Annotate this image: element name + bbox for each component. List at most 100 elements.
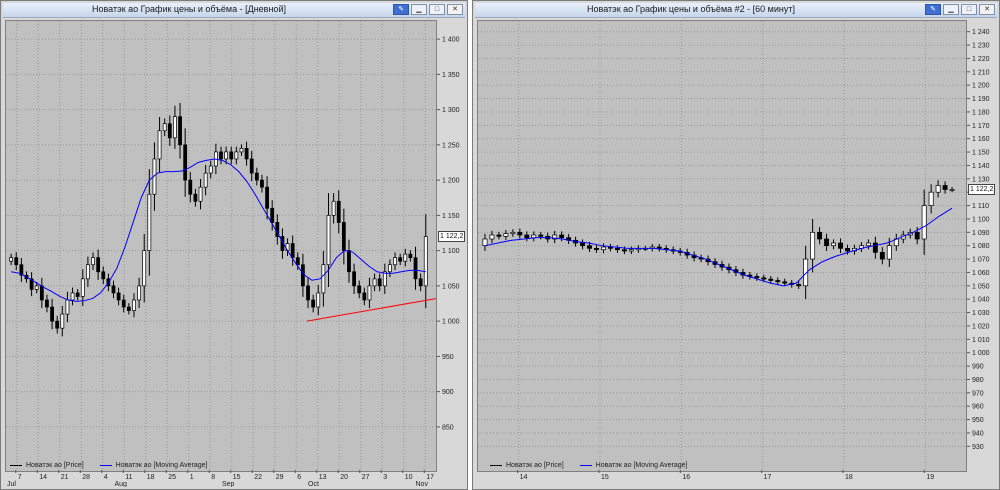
candle-body — [55, 320, 60, 329]
candle-body — [203, 172, 208, 188]
candle-body — [341, 222, 346, 251]
minimize-button[interactable]: ▁ — [943, 4, 959, 15]
candle-body — [352, 271, 356, 287]
x-tick-label: 17 — [764, 474, 772, 481]
candle-body — [254, 172, 259, 181]
pin-icon[interactable]: ✎ — [393, 4, 409, 15]
x-tick-label: 8 — [211, 474, 215, 481]
plot-area[interactable]: Новатэк ао [Price] Новатэк ао [Moving Av… — [5, 20, 437, 472]
legend-ma-label: Новатэк ао [Moving Average] — [595, 462, 688, 469]
candle-body — [580, 242, 586, 247]
legend-ma: Новатэк ао [Moving Average] — [579, 462, 688, 469]
y-tick-label: 900 — [442, 389, 454, 396]
candle-body — [167, 123, 172, 139]
y-tick-label: 1 000 — [442, 319, 460, 326]
close-button[interactable]: ✕ — [447, 4, 463, 15]
y-tick-label: 1 200 — [442, 178, 460, 185]
title-bar[interactable]: Новатэк ао График цены и объёма - [Дневн… — [3, 3, 465, 18]
candle-body — [418, 278, 423, 287]
candle-body — [101, 271, 106, 280]
y-tick-label: 1 400 — [442, 37, 460, 44]
window-title: Новатэк ао График цены и объёма - [Дневн… — [92, 4, 286, 14]
candle-body — [116, 292, 121, 301]
candle-body — [524, 234, 530, 239]
candle-body — [362, 292, 367, 301]
candle-body — [601, 246, 606, 251]
y-tick-label: 1 030 — [972, 310, 990, 317]
candle-body — [347, 250, 351, 273]
y-tick-label: 1 150 — [442, 213, 460, 220]
candle-body — [382, 271, 387, 287]
moving-average-line — [484, 207, 953, 287]
candle-body — [65, 299, 70, 315]
candle-body — [510, 231, 516, 234]
candle-body — [126, 306, 131, 311]
last-price-label: 1 122,2 — [438, 230, 466, 242]
y-tick-label: 1 050 — [972, 283, 990, 290]
y-axis: 1 400 1 350 1 300 1 250 1 200 1 150 1 100 1 050… — [437, 20, 467, 472]
x-tick-label: 21 — [61, 474, 69, 481]
candle-body — [270, 207, 275, 223]
candle-body — [142, 250, 147, 287]
y-tick-label: 1 240 — [972, 29, 990, 36]
y-tick-label: 1 180 — [972, 109, 990, 116]
y-tick-label: 1 150 — [972, 150, 990, 157]
close-button[interactable]: ✕ — [979, 4, 995, 15]
candle-body — [173, 116, 177, 139]
candle-body — [50, 306, 54, 322]
candle-body — [398, 257, 403, 262]
candle-body — [628, 249, 634, 252]
candle-body — [198, 186, 203, 202]
candle-body — [949, 189, 955, 191]
hourly-chart-window[interactable]: Новатэк ао График цены и объёма #2 - [60… — [472, 0, 1000, 490]
x-tick-label: 11 — [125, 474, 132, 481]
title-bar[interactable]: Новатэк ао График цены и объёма #2 - [60… — [475, 3, 997, 18]
x-tick-label: 6 — [297, 474, 301, 481]
y-tick-label: 1 110 — [972, 203, 989, 210]
y-tick-label: 1 300 — [442, 107, 460, 114]
candle-body — [9, 257, 14, 262]
candle-body — [316, 292, 321, 308]
support-trendline — [306, 298, 436, 322]
x-tick-label: 4 — [104, 474, 108, 481]
candle-body — [656, 246, 662, 249]
candle-body — [326, 215, 331, 266]
x-tick-label: 28 — [82, 474, 90, 481]
candle-body — [761, 277, 767, 280]
minimize-button[interactable]: ▁ — [411, 4, 427, 15]
plot-area[interactable]: Новатэк ао [Price] Новатэк ао [Moving Av… — [477, 20, 967, 472]
pin-icon[interactable]: ✎ — [925, 4, 941, 15]
x-month-label: Nov — [416, 481, 429, 487]
candle-body — [914, 231, 920, 240]
candle-body — [249, 158, 254, 174]
candle-body — [75, 292, 80, 297]
y-tick-label: 1 040 — [972, 297, 990, 304]
y-tick-label: 1 230 — [972, 43, 990, 50]
candle-body — [921, 205, 927, 240]
candle-body — [39, 285, 44, 301]
candle-body — [229, 151, 234, 160]
x-tick-label: 18 — [845, 474, 853, 481]
candle-body — [121, 299, 126, 308]
candle-body — [321, 264, 326, 294]
x-tick-label: 10 — [405, 474, 413, 481]
maximize-button[interactable]: □ — [429, 4, 445, 15]
daily-chart-window[interactable]: Новатэк ао График цены и объёма - [Дневн… — [0, 0, 468, 490]
candle-body — [489, 234, 495, 240]
candle-body — [219, 151, 223, 160]
legend-price: Новатэк ао [Price] — [10, 462, 84, 469]
x-tick-label: 18 — [147, 474, 155, 481]
y-tick-label: 940 — [972, 430, 984, 437]
candle-body — [377, 278, 382, 287]
x-tick-label: 27 — [362, 474, 370, 481]
x-tick-label: 13 — [319, 474, 327, 481]
y-tick-label: 950 — [972, 417, 984, 424]
candle-body — [838, 242, 843, 249]
candle-body — [331, 200, 336, 216]
candle-body — [393, 257, 397, 266]
y-axis: 1 240 1 230 1 220 1 210 1 200 1 190 1 180 1 170… — [967, 20, 999, 472]
maximize-button[interactable]: □ — [961, 4, 977, 15]
candle-body — [872, 242, 878, 253]
candle-body — [403, 253, 408, 262]
candle-body — [587, 245, 592, 249]
